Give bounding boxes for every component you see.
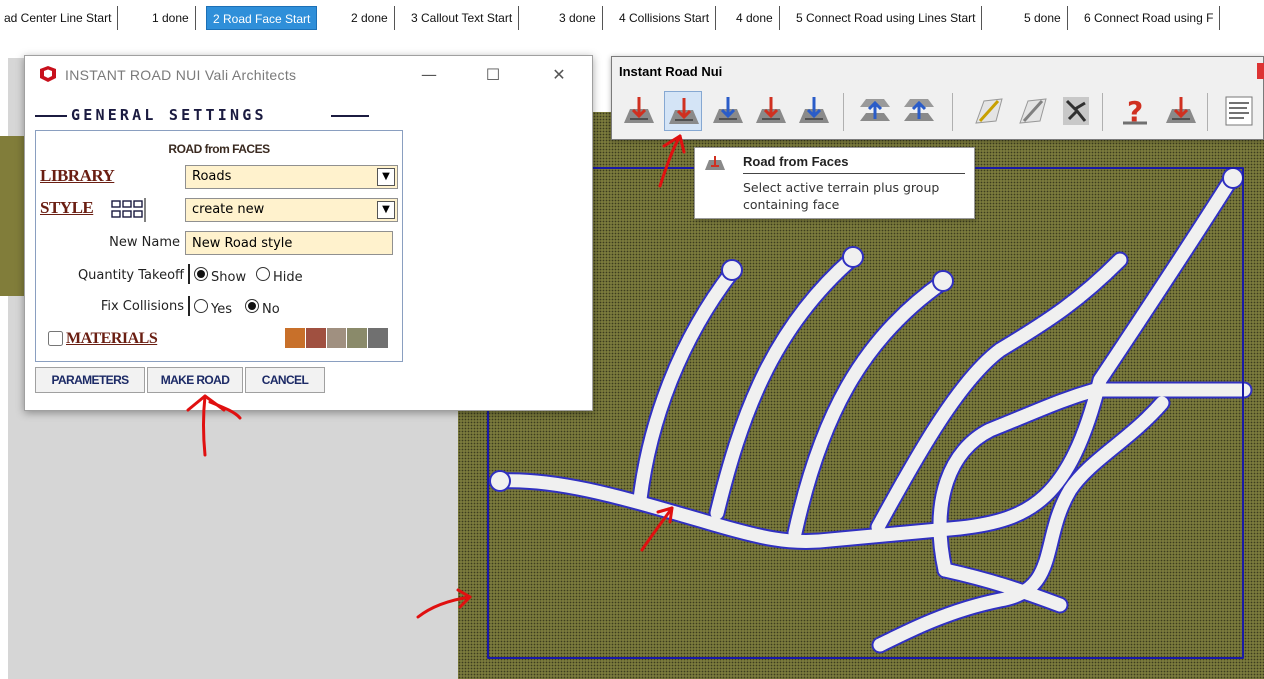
scene-tab-5-done[interactable]: 5 done: [1018, 6, 1068, 30]
fix-no-radio[interactable]: [245, 299, 259, 313]
parameters-button[interactable]: PARAMETERS: [35, 367, 145, 393]
maximize-button[interactable]: ☐: [478, 62, 508, 88]
library-select-value: Roads: [192, 169, 232, 184]
road-collisions-icon[interactable]: [752, 91, 790, 131]
materials-label: MATERIALS: [66, 330, 158, 347]
settings-panel: ROAD from FACES LIBRARY Roads ▼ STYLE cr…: [35, 130, 403, 362]
library-label: LIBRARY: [40, 166, 115, 185]
scene-tab-3-done[interactable]: 3 done: [553, 6, 603, 30]
heading-rule-left: [35, 115, 67, 117]
sketchup-logo-icon: [40, 66, 56, 82]
grade-up-icon[interactable]: [856, 91, 894, 131]
toolbar-separator: [1207, 93, 1208, 131]
terrain-edge: [0, 136, 24, 296]
tooltip-divider: [743, 173, 965, 174]
make-road-button[interactable]: MAKE ROAD: [147, 367, 243, 393]
fix-yes-label: Yes: [211, 302, 232, 317]
scene-tab-road-center-line-start[interactable]: ad Center Line Start: [0, 6, 119, 30]
road-from-faces-icon: [705, 156, 725, 170]
scene-tab-connect-faces[interactable]: 6 Connect Road using F: [1078, 6, 1221, 30]
site-boundary: [487, 167, 1244, 659]
scene-tab-1-done[interactable]: 1 done: [146, 6, 196, 30]
close-button[interactable]: ✕: [544, 62, 574, 88]
quantity-show-radio[interactable]: [194, 267, 208, 281]
road-network-icon[interactable]: [1057, 91, 1095, 131]
bracket: [188, 264, 190, 284]
material-swatches[interactable]: [285, 328, 389, 348]
style-label: STYLE: [40, 198, 94, 217]
toolbar-separator: [952, 93, 953, 131]
connect-faces-icon[interactable]: [1014, 91, 1052, 131]
quantity-takeoff-label: Quantity Takeoff: [77, 268, 184, 283]
toolbar-close-button[interactable]: [1257, 63, 1264, 79]
road-callout-icon[interactable]: [709, 91, 747, 131]
materials-checkbox[interactable]: [48, 331, 63, 346]
repair-icon[interactable]: [1162, 91, 1200, 131]
material-swatch[interactable]: [368, 328, 388, 348]
minimize-button[interactable]: —: [414, 62, 444, 88]
section-title: ROAD from FACES: [168, 142, 270, 156]
chevron-down-icon[interactable]: ▼: [377, 201, 395, 219]
material-swatch[interactable]: [326, 328, 347, 348]
dialog-title: INSTANT ROAD NUI Vali Architects: [65, 67, 297, 83]
chevron-down-icon[interactable]: ▼: [377, 168, 395, 186]
scene-tab-4-done[interactable]: 4 done: [730, 6, 780, 30]
toolbar-separator: [1102, 93, 1103, 131]
cancel-button[interactable]: CANCEL: [245, 367, 325, 393]
scene-tab-collisions-start[interactable]: 4 Collisions Start: [613, 6, 717, 30]
general-settings-heading: GENERAL SETTINGS: [35, 105, 369, 127]
tooltip-title: Road from Faces: [743, 154, 849, 169]
tooltip-description: Select active terrain plus group contain…: [743, 180, 940, 212]
toolbar-separator: [843, 93, 844, 131]
fix-yes-radio[interactable]: [194, 299, 208, 313]
new-name-label: New Name: [109, 235, 180, 250]
road-from-faces-icon[interactable]: [664, 91, 702, 131]
quantity-show-label: Show: [211, 270, 247, 285]
heading-rule-right: [331, 115, 369, 117]
road-surface: [493, 171, 1251, 652]
help-icon[interactable]: ?: [1117, 91, 1155, 131]
instant-road-toolbar: Instant Road Nui ?: [611, 56, 1264, 140]
bracket: [188, 296, 190, 316]
style-select[interactable]: create new ▼: [185, 198, 398, 222]
style-grid-icon[interactable]: [110, 198, 146, 222]
material-swatch[interactable]: [285, 328, 305, 348]
material-swatch[interactable]: [347, 328, 368, 348]
material-swatch[interactable]: [305, 328, 326, 348]
scene-tab-connect-lines-start[interactable]: 5 Connect Road using Lines Start: [790, 6, 983, 30]
heading-text: GENERAL SETTINGS: [71, 106, 267, 124]
tool-tooltip: Road from Faces Select active terrain pl…: [694, 147, 975, 219]
toolbar-title: Instant Road Nui: [619, 64, 723, 79]
report-icon[interactable]: [1220, 91, 1258, 131]
new-name-input[interactable]: [185, 231, 393, 255]
scene-tab-road-face-start[interactable]: 2 Road Face Start: [206, 6, 318, 30]
connect-lines-icon[interactable]: [970, 91, 1008, 131]
fix-no-label: No: [262, 302, 280, 317]
instant-road-dialog: INSTANT ROAD NUI Vali Architects — ☐ ✕ G…: [24, 55, 593, 411]
quantity-hide-radio[interactable]: [256, 267, 270, 281]
road-edit-icon[interactable]: [795, 91, 833, 131]
library-select[interactable]: Roads ▼: [185, 165, 398, 189]
style-select-value: create new: [192, 202, 265, 217]
quantity-hide-label: Hide: [273, 270, 303, 285]
grade-down-icon[interactable]: [900, 91, 938, 131]
road-from-center-lines-icon[interactable]: [620, 91, 658, 131]
fix-collisions-label: Fix Collisions: [100, 299, 184, 314]
scene-tab-callout-text-start[interactable]: 3 Callout Text Start: [405, 6, 520, 30]
dialog-titlebar[interactable]: INSTANT ROAD NUI Vali Architects — ☐ ✕: [25, 56, 592, 94]
scene-tabs-bar: ad Center Line Start 1 done 2 Road Face …: [0, 0, 1264, 38]
scene-tab-2-done[interactable]: 2 done: [345, 6, 395, 30]
